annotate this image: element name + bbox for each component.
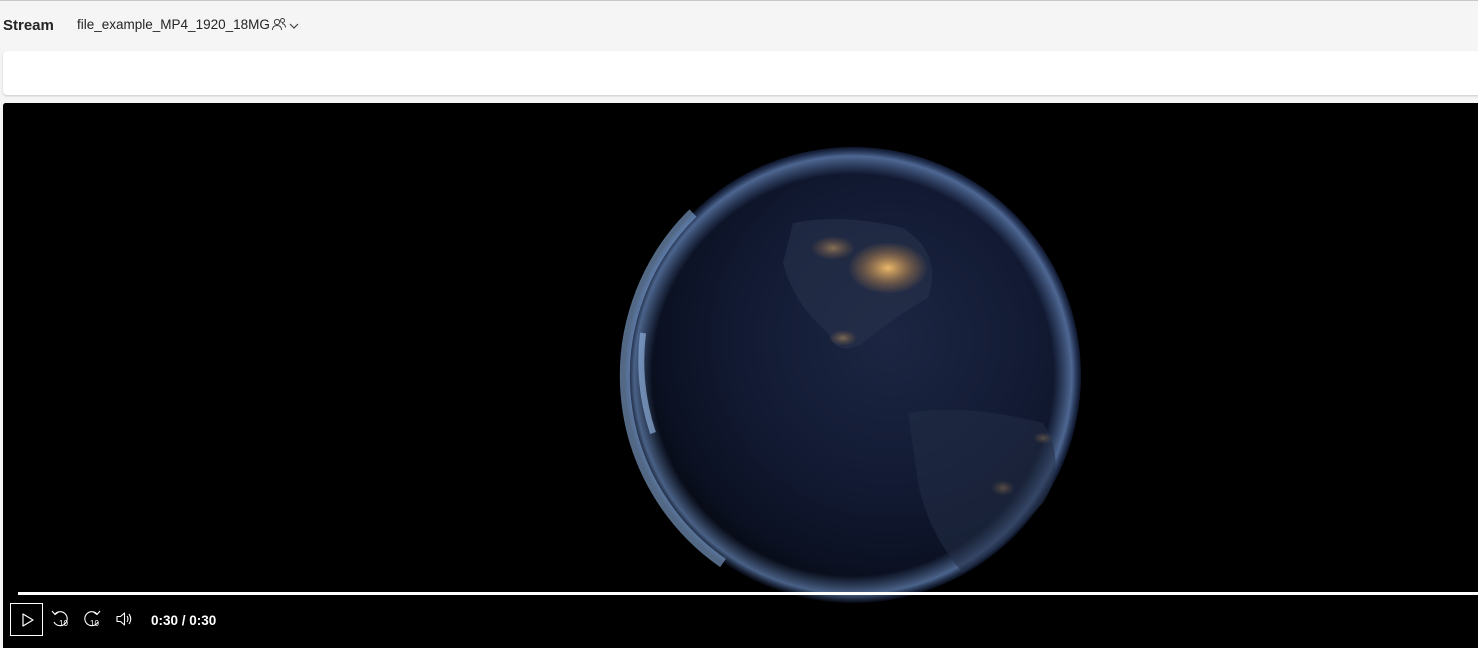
header-bar: Stream file_example_MP4_1920_18MG <box>0 1 1478 49</box>
app-name: Stream <box>3 17 54 34</box>
time-display: 0:30 / 0:30 <box>151 613 217 628</box>
play-icon <box>21 612 34 627</box>
video-player[interactable]: 10 10 0:30 / 0:30 <box>3 103 1478 648</box>
progress-bar[interactable] <box>18 592 1478 595</box>
video-frame <box>3 103 1478 648</box>
file-name-title[interactable]: file_example_MP4_1920_18MG <box>77 17 270 32</box>
play-button[interactable] <box>10 603 43 636</box>
command-bar <box>3 51 1478 95</box>
rewind-10-label: 10 <box>59 619 68 628</box>
forward-10-icon[interactable]: 10 <box>81 608 103 630</box>
progress-fill <box>18 592 1478 595</box>
people-icon[interactable] <box>271 16 287 32</box>
volume-icon[interactable] <box>113 608 135 630</box>
chevron-down-icon[interactable] <box>288 20 300 32</box>
rewind-10-icon[interactable]: 10 <box>49 608 71 630</box>
forward-10-label: 10 <box>90 619 99 628</box>
